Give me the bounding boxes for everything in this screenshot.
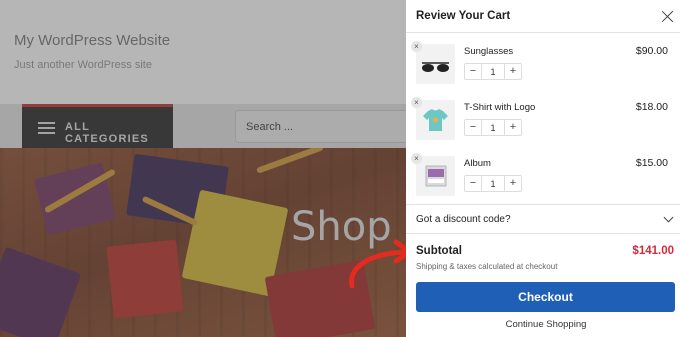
decrease-quantity-button[interactable]: − [465, 64, 482, 79]
chevron-down-icon [663, 212, 674, 223]
quantity-input[interactable] [482, 64, 504, 79]
quantity-input[interactable] [482, 120, 504, 135]
item-price: $15.00 [635, 157, 668, 169]
item-name[interactable]: Sunglasses [464, 46, 513, 57]
cart-item: × Album $15.00 − + [406, 152, 680, 208]
decrease-quantity-button[interactable]: − [465, 120, 482, 135]
increase-quantity-button[interactable]: + [504, 64, 521, 79]
item-price: $18.00 [635, 101, 668, 113]
remove-item-button[interactable]: × [411, 153, 422, 164]
item-name[interactable]: T-Shirt with Logo [464, 102, 535, 113]
item-name[interactable]: Album [464, 158, 491, 169]
subtotal-label: Subtotal [416, 245, 462, 257]
subtotal-value: $141.00 [632, 245, 674, 257]
album-icon[interactable] [416, 156, 455, 196]
cart-drawer: Review Your Cart × Sunglasses $90.00 − + [406, 0, 680, 337]
remove-item-button[interactable]: × [411, 41, 422, 52]
tshirt-icon[interactable] [416, 100, 455, 140]
quantity-input[interactable] [482, 176, 504, 191]
remove-item-button[interactable]: × [411, 97, 422, 108]
increase-quantity-button[interactable]: + [504, 120, 521, 135]
quantity-stepper: − + [464, 175, 522, 192]
increase-quantity-button[interactable]: + [504, 176, 521, 191]
quantity-stepper: − + [464, 119, 522, 136]
shipping-note: Shipping & taxes calculated at checkout [416, 262, 558, 271]
checkout-button[interactable]: Checkout [416, 282, 675, 312]
cart-item: × T-Shirt with Logo $18.00 − + [406, 96, 680, 152]
decrease-quantity-button[interactable]: − [465, 176, 482, 191]
sunglasses-icon[interactable] [416, 44, 455, 84]
cart-header: Review Your Cart [406, 0, 680, 33]
discount-code-toggle[interactable]: Got a discount code? [406, 204, 680, 234]
overlay-highlight [0, 0, 406, 104]
discount-code-label: Got a discount code? [416, 214, 511, 225]
quantity-stepper: − + [464, 63, 522, 80]
item-price: $90.00 [635, 45, 668, 57]
close-icon[interactable] [661, 10, 674, 23]
continue-shopping-link[interactable]: Continue Shopping [406, 319, 680, 330]
cart-item: × Sunglasses $90.00 − + [406, 40, 680, 96]
cart-title: Review Your Cart [416, 10, 511, 22]
